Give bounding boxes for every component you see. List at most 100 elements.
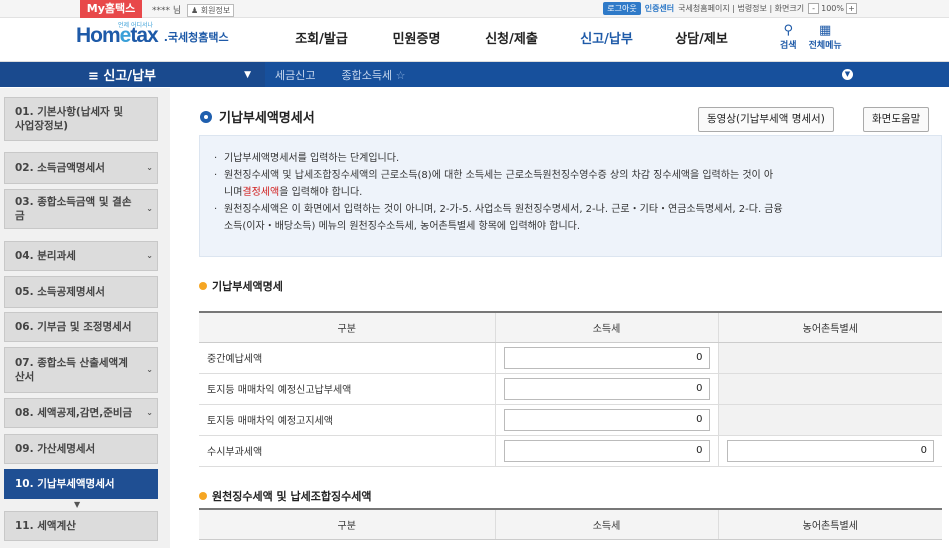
sidebar-item-label: 05. 소득공제명세서 [15,286,105,298]
all-menu-button[interactable]: ▦ 전체메뉴 [808,24,842,52]
sidebar-item-label: 01. 기본사항(납세자 및 사업장정보) [15,106,123,132]
user-name: **** 님 [152,6,182,16]
sub-nav-bar: ≡ 신고/납부 ▼ 세금신고 종합소득세 ☆ ▼ [0,62,949,87]
section-title: 기납부세액명세 [212,280,283,293]
notice-line-3: 원천징수세액은 이 화면에서 입력하는 것이 아니며, 2-가-5. 사업소득 … [212,201,929,218]
sidebar-item-label: 04. 분리과세 [15,250,76,262]
nav-application[interactable]: 신청/제출 [464,18,559,64]
chevron-down-icon: ⌄ [146,204,153,213]
table-header-row: 구분 소득세 농어촌특별세 [199,508,942,540]
logout-button[interactable]: 로그아웃 [603,2,641,15]
section-title: 원천징수세액 및 납세조합징수세액 [212,490,372,503]
sidebar-item-label: 09. 가산세명세서 [15,443,96,455]
sidebar-item-deduction[interactable]: 05. 소득공제명세서 [4,276,158,308]
page-title: 기납부세액명세서 [200,107,315,126]
col-header-category: 구분 [199,508,495,540]
title-bullet-icon [200,110,212,123]
sidebar-item-income-amount[interactable]: 02. 소득금액명세서 ⌄ [4,152,158,184]
col-header-rural-tax: 농어촌특별세 [717,311,942,343]
favorite-star-icon[interactable]: ☆ [396,69,406,82]
sidebar-item-label: 07. 종합소득 산출세액계산서 [15,357,128,383]
withholding-tax-table: 구분 소득세 농어촌특별세 [199,508,942,540]
video-guide-button[interactable]: 동영상(기납부세액 명세서) [698,107,834,132]
sidebar-item-label: 08. 세액공제,감면,준비금 [15,407,133,419]
sidebar-item-prepaid-tax[interactable]: 10. 기납부세액명세서 [4,469,158,499]
utility-links[interactable]: 국세청홈페이지 | 법령정보 | 화면크기 [678,3,804,14]
row-label: 중간예납세액 [199,342,495,374]
logo-org: .국세청홈택스 [163,31,229,44]
row-label: 토지등 매매차익 예정신고납부세액 [199,373,495,405]
sidebar-item-label: 10. 기납부세액명세서 [15,478,115,490]
sidebar-item-label: 03. 종합소득금액 및 결손금 [15,196,132,222]
nav-consult[interactable]: 상담/제보 [654,18,749,64]
expand-circle-icon[interactable]: ▼ [842,69,853,80]
zoom-out-button[interactable]: - [808,3,820,14]
nav-certificate[interactable]: 민원증명 [369,18,464,64]
chevron-down-icon: ⌄ [146,408,153,417]
top-right-links: 로그아웃 인증센터 국세청홈페이지 | 법령정보 | 화면크기 - 100% + [603,2,857,15]
sidebar-item-calculated-tax[interactable]: 07. 종합소득 산출세액계산서 ⌄ [4,347,158,393]
search-label: 검색 [780,41,797,51]
zoom-in-button[interactable]: + [846,3,857,14]
sidebar-item-total-income[interactable]: 03. 종합소득금액 및 결손금 ⌄ [4,189,158,229]
screen-help-button[interactable]: 화면도움말 [863,107,930,132]
breadcrumb-income-tax[interactable]: 종합소득세 ☆ [341,67,405,83]
notice-box: 기납부세액명세서를 입력하는 단계입니다. 원천징수세액 및 납세조합징수세액의… [199,135,942,257]
col-header-category: 구분 [199,311,495,343]
breadcrumb: 세금신고 종합소득세 ☆ [275,62,405,87]
main-header: 언제 어디서나 Hometax .국세청홈택스 조회/발급 민원증명 신청/제출… [0,18,949,64]
prepaid-tax-table: 구분 소득세 농어촌특별세 중간예납세액 0 토지등 매매차익 예정신고납부세액… [199,311,942,467]
sidebar-item-tax-calculation[interactable]: 11. 세액계산 [4,511,158,541]
section-heading-withholding: 원천징수세액 및 납세조합징수세액 [199,488,371,504]
nav-inquiry[interactable]: 조회/발급 [274,18,369,64]
step-sidebar: 01. 기본사항(납세자 및 사업장정보) 02. 소득금액명세서 ⌄ 03. 종… [0,88,170,548]
cell-rural-tax: 0 [717,435,942,467]
notice-text: 을 입력해야 합니다. [279,187,363,198]
sidebar-item-label: 02. 소득금액명세서 [15,162,105,174]
cell-rural-tax-disabled [717,404,942,436]
chevron-down-icon: ⌄ [146,251,153,260]
nav-filing-payment[interactable]: 신고/납부 [559,18,654,64]
section-menu-dropdown[interactable]: ≡ 신고/납부 ▼ [0,62,265,87]
breadcrumb-tax-filing[interactable]: 세금신고 [275,67,315,83]
search-button[interactable]: ⚲ 검색 [780,23,797,52]
hometax-logo[interactable]: 언제 어디서나 Hometax .국세청홈택스 [76,22,229,48]
col-header-income-tax: 소득세 [494,508,718,540]
cell-rural-tax-disabled [717,342,942,374]
table-header-row: 구분 소득세 농어촌특별세 [199,311,942,343]
section-dot-icon [199,282,207,290]
sidebar-item-penalty-tax[interactable]: 09. 가산세명세서 [4,434,158,464]
active-step-arrow-icon: ▼ [74,500,81,509]
notice-line-1: 기납부세액명세서를 입력하는 단계입니다. [212,150,929,167]
chevron-down-icon: ▼ [244,69,251,80]
my-hometax-tab[interactable]: My홈택스 [80,0,142,18]
col-header-income-tax: 소득세 [494,311,718,343]
table-row: 중간예납세액 0 [199,342,942,374]
chevron-down-icon: ⌄ [146,365,153,374]
table-row: 토지등 매매차익 예정고지세액 0 [199,404,942,436]
cell-rural-tax-disabled [717,373,942,405]
cert-center-link[interactable]: 인증센터 [645,3,674,14]
all-menu-label: 전체메뉴 [808,41,842,51]
cell-income-tax: 0 [494,435,718,467]
notice-text: 니며 [224,187,243,198]
top-utility-bar: My홈택스 **** 님 ♟ 회원정보 로그아웃 인증센터 국세청홈페이지 | … [0,0,949,18]
notice-highlight: 결정세액 [242,187,280,198]
land-sale-filed-income-tax-input[interactable]: 0 [503,377,710,400]
sidebar-item-donation[interactable]: 06. 기부금 및 조정명세서 [4,312,158,342]
sidebar-item-label: 06. 기부금 및 조정명세서 [15,321,132,333]
sidebar-item-tax-credit[interactable]: 08. 세액공제,감면,준비금 ⌄ [4,398,158,428]
sidebar-item-separate-tax[interactable]: 04. 분리과세 ⌄ [4,241,158,271]
occasional-rural-tax-input[interactable]: 0 [726,439,934,462]
occasional-income-tax-input[interactable]: 0 [503,439,710,462]
table-row: 수시부과세액 0 0 [199,435,942,467]
cell-income-tax: 0 [494,404,718,436]
member-info-button[interactable]: ♟ 회원정보 [187,4,235,17]
land-sale-notice-income-tax-input[interactable]: 0 [503,408,710,431]
global-nav: 조회/발급 민원증명 신청/제출 신고/납부 상담/제보 [274,18,749,64]
interim-prepaid-income-tax-input[interactable]: 0 [503,346,710,369]
user-info: **** 님 ♟ 회원정보 [152,3,235,17]
search-icon: ⚲ [783,23,794,38]
zoom-control: - 100% + [808,3,857,14]
sidebar-item-basic-info[interactable]: 01. 기본사항(납세자 및 사업장정보) [4,97,158,141]
